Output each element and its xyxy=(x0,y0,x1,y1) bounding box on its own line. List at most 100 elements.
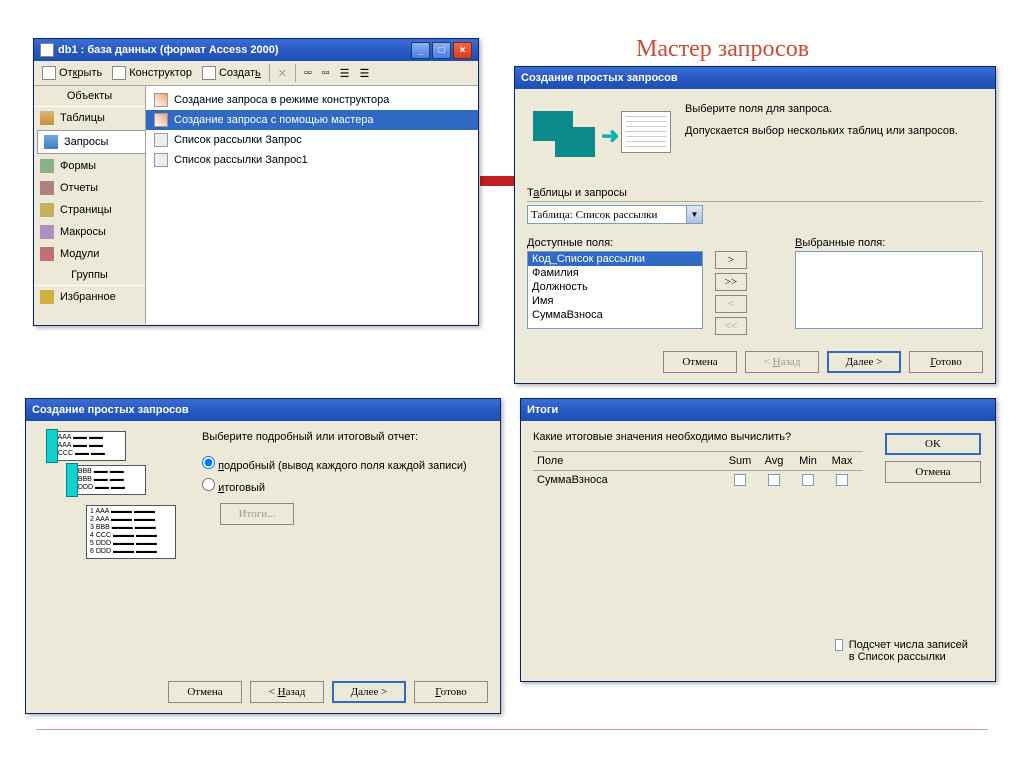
list-item[interactable]: Фамилия xyxy=(528,266,702,280)
list-item[interactable]: Должность xyxy=(528,280,702,294)
open-button[interactable]: Открыть xyxy=(38,64,106,82)
view-list-icon[interactable]: ☰ xyxy=(336,65,354,82)
sidebar-item-macros[interactable]: Макросы xyxy=(34,221,145,243)
sum-checkbox[interactable] xyxy=(734,474,746,486)
wiz2-titlebar[interactable]: Создание простых запросов xyxy=(26,399,500,421)
cancel-button[interactable]: Отмена xyxy=(663,351,737,373)
summary-options-button[interactable]: Итоги... xyxy=(220,503,294,525)
list-item[interactable]: Имя xyxy=(528,294,702,308)
create-icon xyxy=(202,66,216,80)
minimize-button[interactable]: _ xyxy=(411,42,430,59)
selected-label: Выбранные поля: xyxy=(795,237,885,249)
list-item[interactable]: Код_Список рассылки xyxy=(528,252,702,266)
count-label: Подсчет числа записей в Список рассылки xyxy=(849,639,975,663)
sidebar-item-reports[interactable]: Отчеты xyxy=(34,177,145,199)
table-row: СуммаВзноса xyxy=(533,471,863,492)
tables-label: Таблицы и запросы xyxy=(527,187,983,202)
query-icon xyxy=(154,133,168,147)
finish-button[interactable]: Готово xyxy=(909,351,983,373)
create-button[interactable]: Создать xyxy=(198,64,265,82)
min-checkbox[interactable] xyxy=(802,474,814,486)
next-button[interactable]: Далее > xyxy=(827,351,901,373)
wiz3-title: Итоги xyxy=(527,404,558,416)
detail-radio[interactable]: подробный (вывод каждого поля каждой зап… xyxy=(202,453,488,475)
maximize-button[interactable]: □ xyxy=(432,42,451,59)
add-button[interactable]: > xyxy=(715,251,747,269)
separator xyxy=(295,64,296,82)
view-large-icon[interactable]: ▫▫ xyxy=(300,65,316,81)
view-small-icon[interactable]: ▫▫ xyxy=(318,65,334,81)
sidebar-item-forms[interactable]: Формы xyxy=(34,155,145,177)
page-title: Мастер запросов xyxy=(636,36,809,63)
col-avg: Avg xyxy=(757,455,791,467)
wizard-fields-dialog: Создание простых запросов ➜ Выберите пол… xyxy=(514,66,996,384)
remove-all-button[interactable]: << xyxy=(715,317,747,335)
wiz1-prompt1: Выберите поля для запроса. xyxy=(685,103,981,115)
list-item[interactable]: Создание запроса с помощью мастера xyxy=(146,110,478,130)
wizard-graphic: 1 AAA ▬▬ ▬▬2 AAA ▬▬ ▬▬3 CCC ▬▬ ▬▬ 1 BBB … xyxy=(38,431,178,563)
finish-button[interactable]: Готово xyxy=(414,681,488,703)
macros-icon xyxy=(40,225,54,239)
sidebar-item-tables[interactable]: Таблицы xyxy=(34,107,145,129)
sidebar-item-queries[interactable]: Запросы xyxy=(37,130,145,154)
db-window: db1 : база данных (формат Access 2000) _… xyxy=(33,38,479,326)
ok-button[interactable]: OK xyxy=(885,433,981,455)
list-item[interactable]: Список рассылки Запрос1 xyxy=(146,150,478,170)
divider xyxy=(36,729,988,730)
tables-select-input[interactable] xyxy=(528,206,686,223)
summary-grid: Поле Sum Avg Min Max СуммаВзноса xyxy=(533,451,863,492)
queries-icon xyxy=(44,135,58,149)
wiz2-title: Создание простых запросов xyxy=(32,404,189,416)
tables-select[interactable]: ▼ xyxy=(527,205,703,224)
sidebar-objects-header: Объекты xyxy=(34,86,145,107)
summary-options-dialog: Итоги Какие итоговые значения необходимо… xyxy=(520,398,996,682)
sidebar-item-favorites[interactable]: Избранное xyxy=(34,286,145,308)
wiz1-title: Создание простых запросов xyxy=(521,72,678,84)
selected-listbox[interactable] xyxy=(795,251,983,329)
wizard-detail-summary-dialog: Создание простых запросов 1 AAA ▬▬ ▬▬2 A… xyxy=(25,398,501,714)
add-all-button[interactable]: >> xyxy=(715,273,747,291)
sidebar-groups-header: Группы xyxy=(34,265,145,286)
remove-button[interactable]: < xyxy=(715,295,747,313)
max-checkbox[interactable] xyxy=(836,474,848,486)
available-listbox[interactable]: Код_Список рассылки Фамилия Должность Им… xyxy=(527,251,703,329)
modules-icon xyxy=(40,247,54,261)
view-details-icon[interactable]: ☰ xyxy=(355,65,373,82)
field-name: СуммаВзноса xyxy=(533,474,723,489)
list-item[interactable]: Список рассылки Запрос xyxy=(146,130,478,150)
available-label: Доступные поля: xyxy=(527,237,613,249)
close-button[interactable]: × xyxy=(453,42,472,59)
db-toolbar: Открыть Конструктор Создать ✕ ▫▫ ▫▫ ☰ ☰ xyxy=(34,61,478,86)
next-button[interactable]: Далее > xyxy=(332,681,406,703)
cancel-button[interactable]: Отмена xyxy=(168,681,242,703)
open-icon xyxy=(42,66,56,80)
sidebar-item-modules[interactable]: Модули xyxy=(34,243,145,265)
db-sidebar: Объекты Таблицы Запросы Формы Отчеты Стр… xyxy=(34,86,146,324)
col-sum: Sum xyxy=(723,455,757,467)
count-records-checkbox[interactable]: Подсчет числа записей в Список рассылки xyxy=(835,639,975,663)
list-item[interactable]: СуммаВзноса xyxy=(528,308,702,322)
db-list: Создание запроса в режиме конструктора С… xyxy=(146,86,478,324)
wiz3-titlebar[interactable]: Итоги xyxy=(521,399,995,421)
summary-radio[interactable]: итоговый xyxy=(202,475,488,497)
db-titlebar[interactable]: db1 : база данных (формат Access 2000) _… xyxy=(34,39,478,61)
forms-icon xyxy=(40,159,54,173)
tables-icon xyxy=(40,111,54,125)
reports-icon xyxy=(40,181,54,195)
pages-icon xyxy=(40,203,54,217)
col-field: Поле xyxy=(533,455,723,467)
separator xyxy=(269,64,270,82)
design-button[interactable]: Конструктор xyxy=(108,64,196,82)
wiz1-titlebar[interactable]: Создание простых запросов xyxy=(515,67,995,89)
delete-button[interactable]: ✕ xyxy=(274,65,291,82)
avg-checkbox[interactable] xyxy=(768,474,780,486)
checkbox-icon xyxy=(835,639,843,651)
back-button[interactable]: < Назад xyxy=(745,351,819,373)
sidebar-item-pages[interactable]: Страницы xyxy=(34,199,145,221)
back-button[interactable]: < Назад xyxy=(250,681,324,703)
list-item[interactable]: Создание запроса в режиме конструктора xyxy=(146,90,478,110)
dropdown-icon[interactable]: ▼ xyxy=(686,206,702,223)
query-icon xyxy=(154,153,168,167)
design-icon xyxy=(112,66,126,80)
cancel-button[interactable]: Отмена xyxy=(885,461,981,483)
